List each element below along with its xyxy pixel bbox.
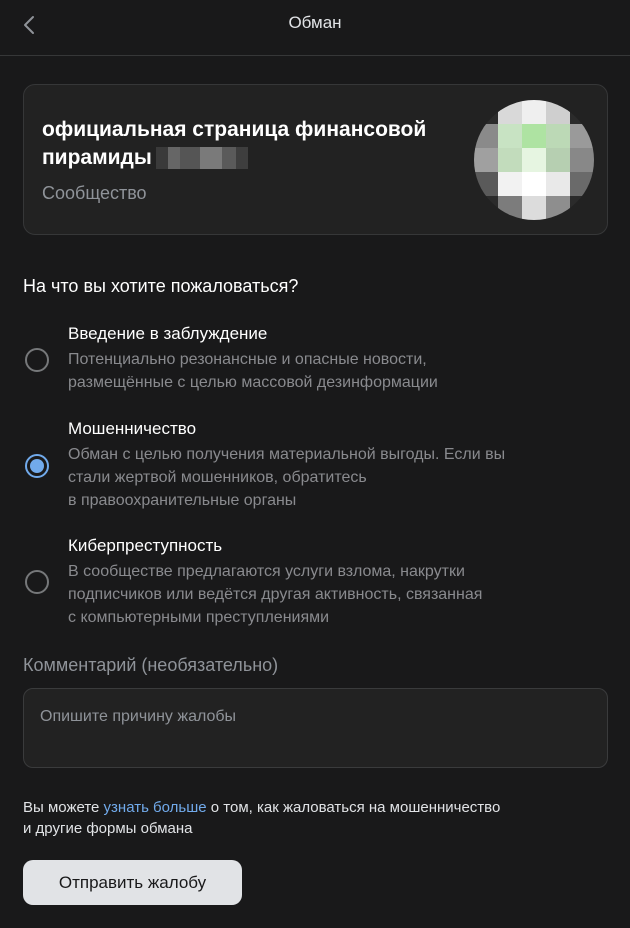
page-title: Обман xyxy=(288,13,342,32)
info-line-1: Вы можете узнать больше о том, как жалов… xyxy=(23,797,603,818)
option-description-line: в правоохранительные органы xyxy=(68,492,297,509)
community-card: официальная страница финансовой пирамиды… xyxy=(23,84,608,235)
comment-label: Комментарий (необязательно) xyxy=(23,655,279,675)
option-title: Киберпреступность xyxy=(68,536,223,555)
radio-fraud[interactable] xyxy=(25,454,49,478)
redacted-text-block xyxy=(155,147,248,170)
info-line-2: и другие формы обмана xyxy=(23,820,193,837)
option-title: Мошенничество xyxy=(68,419,197,438)
option-description-line: стали жертвой мошенников, обратитесь xyxy=(68,469,367,486)
option-description: В сообществе предлагаются услуги взлома,… xyxy=(68,560,482,629)
option-description-line: Потенциально резонансные и опасные новос… xyxy=(68,351,427,368)
radio-misleading[interactable] xyxy=(25,348,49,372)
option-description-line: В сообществе предлагаются услуги взлома,… xyxy=(68,563,465,580)
option-description-line: размещённые с целью массовой дезинформац… xyxy=(68,374,438,391)
option-description-line: Обман с целью получения материальной выг… xyxy=(68,446,506,463)
community-type: Сообщество xyxy=(42,183,147,203)
learn-more-link[interactable]: узнать больше xyxy=(104,799,207,816)
info-prefix: Вы можете xyxy=(23,799,104,816)
submit-report-button[interactable]: Отправить жалобу xyxy=(23,860,242,905)
report-question: На что вы хотите пожаловаться? xyxy=(23,276,299,296)
info-text: Вы можете узнать больше о том, как жалов… xyxy=(23,797,603,839)
community-title: официальная страница финансовой пирамиды xyxy=(42,116,442,172)
option-description-line: с компьютерными преступлениями xyxy=(68,609,330,626)
header: Обман xyxy=(0,0,630,56)
info-suffix: о том, как жаловаться на мошенничество xyxy=(206,799,501,816)
radio-cybercrime[interactable] xyxy=(25,570,49,594)
community-avatar xyxy=(474,100,594,220)
comment-textarea[interactable] xyxy=(23,688,608,768)
option-title: Введение в заблуждение xyxy=(68,324,268,343)
option-description: Обман с целью получения материальной выг… xyxy=(68,443,505,512)
option-description-line: подписчиков или ведётся другая активност… xyxy=(68,586,483,603)
option-description: Потенциально резонансные и опасные новос… xyxy=(68,348,438,394)
